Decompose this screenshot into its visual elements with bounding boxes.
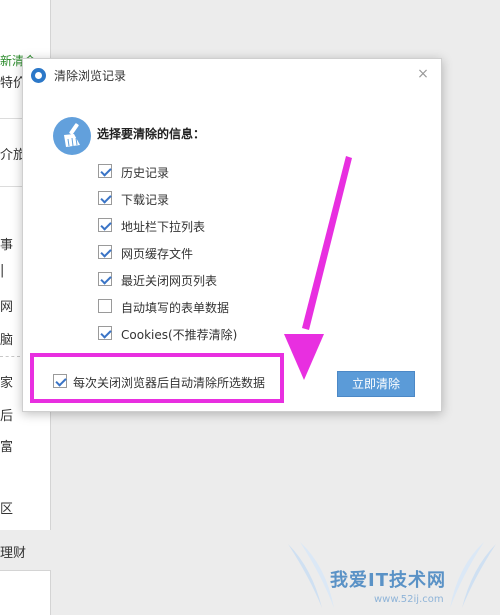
annotation-arrow <box>284 156 352 380</box>
watermark-url: www.52ij.com <box>374 594 444 605</box>
watermark-text: 我爱IT技术网 <box>330 570 446 591</box>
